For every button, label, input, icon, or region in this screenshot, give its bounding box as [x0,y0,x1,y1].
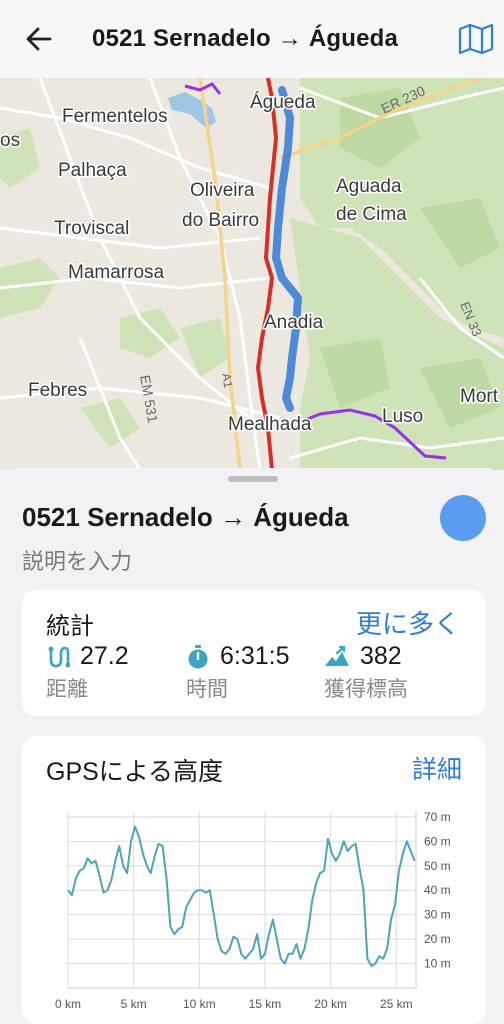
page-title: 0521 Sernadelo → Águeda [92,25,399,52]
time-stat: 6:31:5 時間 [186,642,290,703]
y-tick-label: 50 m [424,859,451,873]
x-tick-label: 0 km [55,997,81,1011]
road-label-a1: A1 [219,372,235,389]
y-tick-label: 70 m [424,810,451,824]
y-tick-label: 20 m [424,932,451,946]
drag-handle[interactable] [228,476,278,482]
elevation-line [67,825,416,967]
x-tick-label: 15 km [249,997,282,1011]
elevation-heading: GPSによる高度 [46,758,224,786]
map-icon[interactable] [458,24,494,54]
y-tick-label: 60 m [424,834,451,848]
place-label: Mamarrosa [68,262,165,283]
place-label: Anadia [264,312,324,333]
x-tick-label: 25 km [380,997,413,1011]
track-details-sheet: 0521 Sernadelo → Águeda 説明を入力 統計 更に多く 27… [0,468,504,1024]
place-label: Fermentelos [62,106,168,127]
stats-heading: 統計 [46,613,94,640]
arrow-left-icon[interactable] [24,24,54,54]
place-label: de Cima [336,204,407,225]
stopwatch-icon [188,644,208,668]
x-tick-label: 20 km [314,997,347,1011]
place-label: do Bairro [182,210,259,231]
ascent-value: 382 [360,642,402,670]
y-tick-label: 30 m [424,908,451,922]
place-label: Aguada [336,176,402,197]
distance-icon [48,646,70,667]
place-label: Palhaça [58,160,127,181]
place-label: Águeda [250,92,316,113]
more-stats-link[interactable]: 更に多く [356,604,460,641]
place-label: Oliveira [190,180,255,201]
elevation-detail-link[interactable]: 詳細 [412,750,462,786]
y-tick-label: 40 m [424,883,451,897]
ascent-stat: 382 獲得標高 [324,642,408,703]
map-view[interactable]: ER 230 EN 33 A1 EM 531 Águeda Fermentelo… [0,78,504,470]
stats-card: 統計 更に多く 27.2 距離 6:31:5 時間 382 獲得標高 [22,590,486,716]
description-input[interactable]: 説明を入力 [22,544,132,576]
distance-stat: 27.2 距離 [46,642,129,703]
top-app-bar: 0521 Sernadelo → Águeda [0,0,504,78]
place-label: Troviscal [54,218,129,239]
time-value: 6:31:5 [220,642,290,670]
track-title[interactable]: 0521 Sernadelo → Águeda [22,502,349,533]
x-tick-label: 5 km [121,997,147,1011]
place-label: Mort [460,386,499,407]
track-color-button[interactable] [440,495,486,541]
place-label: Mealhada [228,414,312,435]
elevation-chart[interactable]: 0 km 5 km 10 km 15 km 20 km 25 km 10 m 20 m 30 m… [22,796,486,1024]
place-label: Luso [382,406,423,427]
elevation-card: GPSによる高度 詳細 0 km 5 km 10 km 15 km 20 km 25 km… [22,736,486,1024]
place-label: Febres [28,380,87,401]
distance-label: 距離 [46,678,88,701]
time-label: 時間 [186,678,228,701]
y-tick-label: 10 m [424,957,451,971]
x-tick-label: 10 km [183,997,216,1011]
ascent-icon [325,645,349,666]
distance-value: 27.2 [80,642,129,670]
place-label: os [0,130,20,151]
ascent-label: 獲得標高 [324,678,408,701]
